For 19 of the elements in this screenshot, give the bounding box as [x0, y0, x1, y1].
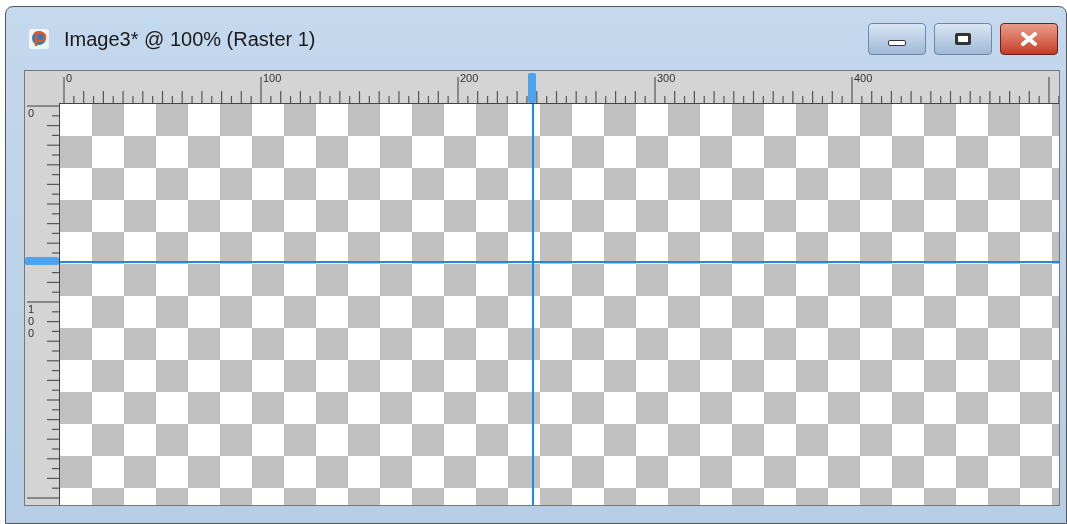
horizontal-guide-line[interactable]: [60, 261, 1059, 263]
guide-handle[interactable]: [25, 257, 59, 265]
ruler-label: 100: [28, 303, 36, 339]
minimize-button[interactable]: [868, 22, 926, 55]
ruler-label: 0: [66, 72, 73, 84]
ruler-label: 400: [854, 72, 873, 84]
restore-icon: [955, 32, 971, 45]
close-button[interactable]: [1000, 22, 1058, 55]
ruler-label: 0: [28, 107, 36, 119]
guide-handle[interactable]: [528, 73, 536, 103]
ruler-label: 200: [460, 72, 479, 84]
minimize-icon: [888, 39, 906, 46]
ruler-label: 300: [657, 72, 676, 84]
close-icon: [1020, 31, 1038, 46]
app-icon: [28, 27, 50, 50]
maximize-button[interactable]: [934, 22, 992, 55]
ruler-label: 100: [263, 72, 282, 84]
window-title: Image3* @ 100% (Raster 1): [64, 26, 316, 52]
vertical-guide-line[interactable]: [532, 104, 534, 505]
